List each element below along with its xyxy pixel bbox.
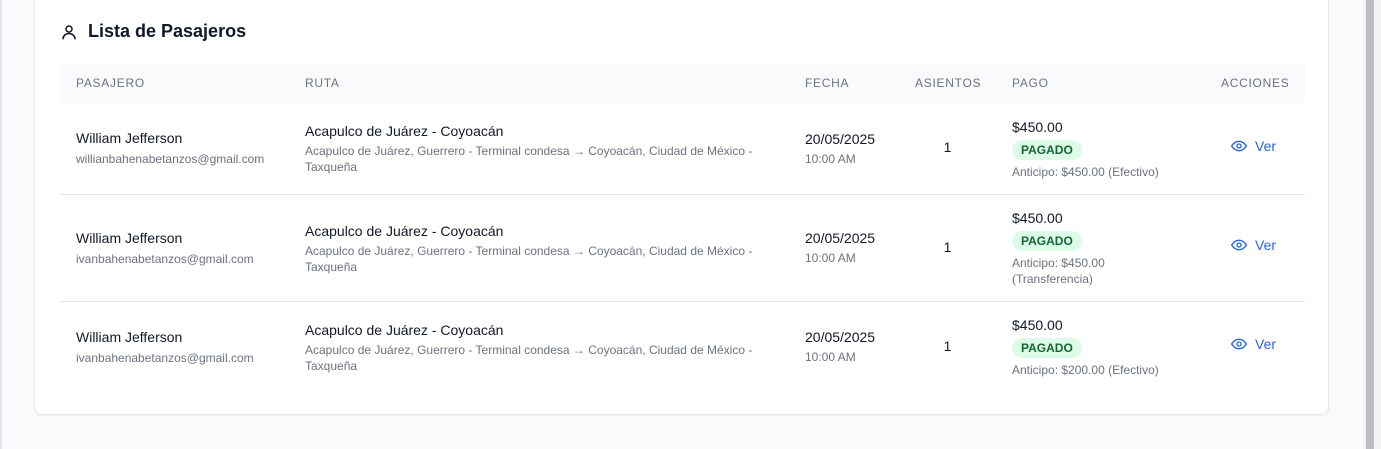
route-detail: Acapulco de Juárez, Guerrero - Terminal …	[305, 243, 753, 274]
passenger-email: willianbahenabetanzos@gmail.com	[76, 152, 265, 167]
payment-cell: $450.00 PAGADO Anticipo: $200.00 (Efecti…	[996, 301, 1205, 392]
passenger-name: William Jefferson	[76, 328, 183, 345]
card-header: Lista de Pasajeros	[60, 21, 246, 42]
card-title: Lista de Pasajeros	[88, 21, 247, 41]
column-header-payment: PAGO	[1012, 76, 1049, 90]
page-left-border	[0, 0, 2, 449]
passenger-list-card: Lista de Pasajeros PASAJERO RUTA FECHA A…	[34, 0, 1329, 415]
column-header-route: RUTA	[305, 76, 340, 90]
seats-cell: 1	[899, 194, 996, 301]
eye-icon	[1231, 239, 1247, 251]
view-button-label: Ver	[1255, 137, 1277, 154]
seats-cell: 1	[899, 301, 996, 392]
route-cell: Acapulco de Juárez - Coyoacán Acapulco d…	[289, 103, 789, 194]
passenger-email: ivanbahenabetanzos@gmail.com	[76, 350, 254, 365]
trip-date: 20/05/2025	[805, 329, 876, 346]
passenger-email: ivanbahenabetanzos@gmail.com	[76, 251, 254, 266]
seat-count: 1	[943, 238, 952, 255]
view-button[interactable]: Ver	[1231, 237, 1276, 253]
route-detail: Acapulco de Juárez, Guerrero - Terminal …	[305, 342, 753, 373]
payment-cell: $450.00 PAGADO Anticipo: $450.00 (Transf…	[996, 194, 1205, 301]
view-button-label: Ver	[1255, 237, 1277, 253]
actions-cell: Ver	[1205, 103, 1305, 194]
view-button[interactable]: Ver	[1231, 336, 1276, 352]
scrollbar-thumb[interactable]	[1366, 0, 1374, 449]
passenger-name: William Jefferson	[76, 229, 183, 246]
trip-date: 20/05/2025	[805, 130, 876, 147]
seats-cell: 1	[899, 103, 996, 194]
payment-advance: Anticipo: $200.00 (Efectivo)	[1012, 363, 1159, 378]
route-cell: Acapulco de Juárez - Coyoacán Acapulco d…	[289, 301, 789, 392]
column-header-seats: ASIENTOS	[915, 76, 982, 90]
column-header-passenger: PASAJERO	[76, 76, 145, 90]
status-badge: PAGADO	[1012, 231, 1082, 251]
column-header-date: FECHA	[805, 76, 850, 90]
trip-time: 10:00 AM	[805, 151, 856, 166]
view-button[interactable]: Ver	[1231, 138, 1276, 154]
actions-cell: Ver	[1205, 301, 1305, 392]
view-button-label: Ver	[1255, 336, 1277, 353]
vertical-scrollbar[interactable]	[1363, 0, 1381, 449]
status-badge: PAGADO	[1012, 139, 1082, 160]
trip-time: 10:00 AM	[805, 350, 856, 365]
payment-amount: $450.00	[1012, 118, 1063, 135]
user-icon	[60, 23, 78, 41]
eye-icon	[1231, 140, 1247, 152]
table-row: William Jefferson willianbahenabetanzos@…	[60, 103, 1305, 194]
actions-cell: Ver	[1205, 194, 1305, 301]
passenger-cell: William Jefferson willianbahenabetanzos@…	[60, 103, 289, 194]
seat-count: 1	[943, 337, 952, 354]
column-header-actions: ACCIONES	[1221, 76, 1290, 90]
route-title: Acapulco de Juárez - Coyoacán	[305, 222, 504, 239]
date-cell: 20/05/2025 10:00 AM	[789, 103, 899, 194]
date-cell: 20/05/2025 10:00 AM	[789, 301, 899, 392]
table-header-row: PASAJERO RUTA FECHA ASIENTOS PAGO ACCION…	[60, 63, 1305, 103]
trip-time: 10:00 AM	[805, 251, 856, 265]
payment-advance: Anticipo: $450.00 (Efectivo)	[1012, 164, 1159, 179]
payment-cell: $450.00 PAGADO Anticipo: $450.00 (Efecti…	[996, 103, 1205, 194]
passenger-name: William Jefferson	[76, 130, 183, 147]
date-cell: 20/05/2025 10:00 AM	[789, 194, 899, 301]
route-detail: Acapulco de Juárez, Guerrero - Terminal …	[305, 144, 753, 175]
passenger-cell: William Jefferson ivanbahenabetanzos@gma…	[60, 301, 289, 392]
table-row: William Jefferson ivanbahenabetanzos@gma…	[60, 194, 1305, 301]
payment-amount: $450.00	[1012, 210, 1063, 226]
route-title: Acapulco de Juárez - Coyoacán	[305, 123, 504, 140]
route-cell: Acapulco de Juárez - Coyoacán Acapulco d…	[289, 194, 789, 301]
table-row: William Jefferson ivanbahenabetanzos@gma…	[60, 301, 1305, 392]
payment-amount: $450.00	[1012, 317, 1063, 334]
seat-count: 1	[943, 139, 952, 156]
passenger-table: PASAJERO RUTA FECHA ASIENTOS PAGO ACCION…	[60, 63, 1305, 392]
payment-advance: Anticipo: $450.00 (Transferencia)	[1012, 256, 1105, 286]
route-title: Acapulco de Juárez - Coyoacán	[305, 321, 504, 338]
passenger-cell: William Jefferson ivanbahenabetanzos@gma…	[60, 194, 289, 301]
eye-icon	[1231, 338, 1247, 350]
status-badge: PAGADO	[1012, 338, 1082, 359]
trip-date: 20/05/2025	[805, 230, 876, 246]
